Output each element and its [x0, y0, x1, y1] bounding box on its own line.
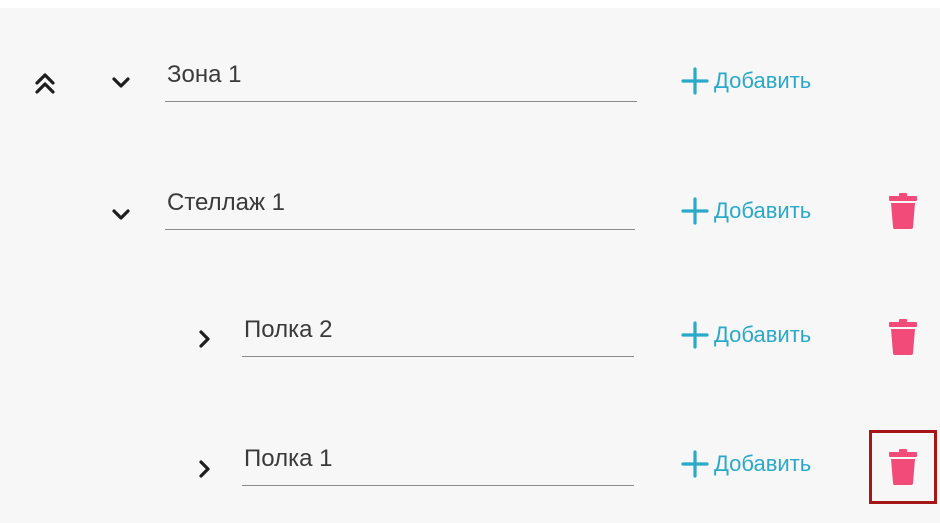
zone-name-field[interactable]: Зона 1: [165, 61, 637, 102]
zone-name: Зона 1: [167, 61, 242, 88]
rack-name: Стеллаж 1: [167, 189, 286, 216]
plus-icon: [681, 321, 709, 349]
shelf-2-add-label: Добавить: [714, 322, 812, 347]
trash-icon: [889, 449, 917, 485]
shelf-2-delete-button[interactable]: [889, 319, 917, 360]
shelf-1-add-button[interactable]: Добавить: [680, 447, 811, 481]
trash-icon: [889, 193, 917, 229]
shelf-1-delete-button[interactable]: [889, 449, 917, 490]
rack-add-label: Добавить: [714, 198, 812, 223]
shelf-2-name: Полка 2: [244, 316, 333, 343]
collapse-all-icon[interactable]: [32, 70, 58, 96]
rack-add-button[interactable]: Добавить: [680, 194, 811, 228]
chevron-right-icon[interactable]: [193, 458, 215, 480]
chevron-down-icon[interactable]: [110, 203, 132, 225]
shelf-1-name: Полка 1: [244, 445, 333, 472]
shelf-1-add-label: Добавить: [714, 451, 812, 476]
rack-name-field[interactable]: Стеллаж 1: [165, 189, 635, 230]
plus-icon: [681, 450, 709, 478]
chevron-down-icon[interactable]: [110, 71, 132, 93]
shelf-1-name-field[interactable]: Полка 1: [242, 445, 634, 486]
plus-icon: [681, 67, 709, 95]
chevron-right-icon[interactable]: [193, 328, 215, 350]
plus-icon: [681, 197, 709, 225]
trash-icon: [889, 319, 917, 355]
shelf-2-name-field[interactable]: Полка 2: [242, 316, 634, 357]
zone-add-button[interactable]: Добавить: [680, 64, 811, 98]
zone-add-label: Добавить: [714, 68, 812, 93]
rack-delete-button[interactable]: [889, 193, 917, 234]
shelf-2-add-button[interactable]: Добавить: [680, 318, 811, 352]
